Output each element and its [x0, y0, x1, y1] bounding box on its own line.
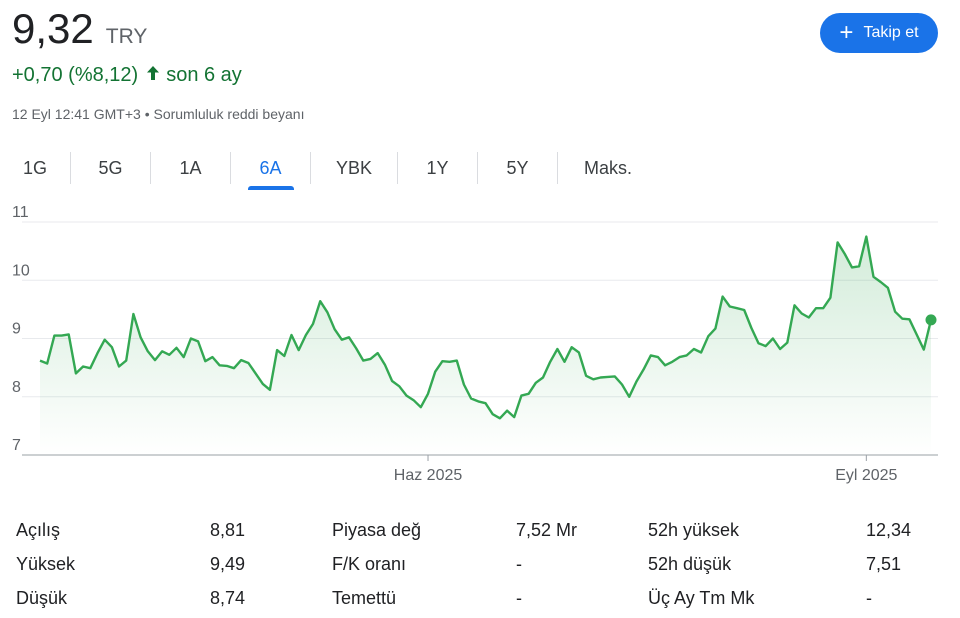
tab-label: 5Y	[506, 157, 529, 178]
change-period: son 6 ay	[166, 64, 242, 86]
meta-separator: •	[144, 106, 150, 122]
range-tabs: 1G 5G 1A 6A YBK 1Y 5Y Maks.	[0, 152, 658, 192]
tab-label: 6A	[259, 157, 282, 178]
y-tick-label: 10	[12, 262, 30, 279]
tab-6a[interactable]: 6A	[231, 152, 310, 184]
y-tick-label: 8	[12, 379, 21, 396]
stat-label-high: Yüksek	[16, 554, 76, 574]
stat-label-pe-ratio: F/K oranı	[332, 554, 407, 574]
tab-5g[interactable]: 5G	[71, 152, 150, 184]
price-change: +0,70 (%8,12) son 6 ay	[12, 64, 242, 87]
y-tick-label: 11	[12, 205, 29, 221]
tab-1a[interactable]: 1A	[151, 152, 230, 184]
stat-value-quarterly: -	[866, 588, 872, 608]
current-price: 9,32	[12, 5, 94, 52]
stat-label-quarterly: Üç Ay Tm Mk	[648, 588, 755, 608]
x-tick-label: Haz 2025	[394, 467, 463, 484]
stat-value-low: 8,74	[210, 588, 246, 608]
tab-ybk[interactable]: YBK	[311, 152, 397, 184]
stat-value-market-cap: 7,52 Mr	[516, 520, 578, 540]
stat-value-52w-low: 7,51	[866, 554, 902, 574]
tab-label: YBK	[335, 157, 373, 178]
tab-label: 1G	[22, 157, 47, 178]
stat-value-dividend: -	[516, 588, 522, 608]
stat-label-low: Düşük	[16, 588, 68, 608]
y-tick-label: 9	[12, 321, 21, 338]
stat-label-dividend: Temettü	[332, 588, 397, 608]
quote-meta: 12 Eyl 12:41 GMT+3 • Sorumluluk reddi be…	[12, 106, 304, 122]
tab-label: 1A	[179, 157, 202, 178]
follow-button-label: Takip et	[863, 24, 919, 41]
stat-label-open: Açılış	[16, 520, 61, 540]
stat-label-52w-high: 52h yüksek	[648, 520, 740, 540]
change-value: +0,70 (%8,12)	[12, 64, 139, 86]
tab-label: 1Y	[426, 157, 449, 178]
tab-label: 5G	[98, 157, 123, 178]
price-chart[interactable]: 7 8 9 10 11 Haz 2025 Eyl 2025	[0, 205, 960, 495]
tab-maks[interactable]: Maks.	[558, 152, 658, 184]
tab-1g[interactable]: 1G	[0, 152, 70, 184]
plus-icon: +	[839, 19, 854, 46]
disclaimer-link[interactable]: Sorumluluk reddi beyanı	[153, 106, 304, 122]
price-area	[40, 236, 931, 455]
tab-1y[interactable]: 1Y	[398, 152, 477, 184]
x-tick-label: Eyl 2025	[835, 467, 897, 484]
stat-value-pe-ratio: -	[516, 554, 522, 574]
follow-button[interactable]: + Takip et	[820, 13, 938, 53]
arrow-up-icon	[146, 64, 160, 87]
stat-value-open: 8,81	[210, 520, 246, 540]
currency-label: TRY	[105, 25, 148, 48]
stat-label-market-cap: Piyasa değ	[332, 520, 422, 540]
last-price-dot	[925, 314, 937, 326]
price-header: 9,32 TRY	[12, 4, 147, 54]
stat-label-52w-low: 52h düşük	[648, 554, 732, 574]
tab-5y[interactable]: 5Y	[478, 152, 557, 184]
y-tick-label: 7	[12, 437, 21, 454]
timestamp: 12 Eyl 12:41 GMT+3	[12, 106, 141, 122]
stat-value-high: 9,49	[210, 554, 246, 574]
stat-value-52w-high: 12,34	[866, 520, 912, 540]
tab-label: Maks.	[583, 157, 632, 178]
